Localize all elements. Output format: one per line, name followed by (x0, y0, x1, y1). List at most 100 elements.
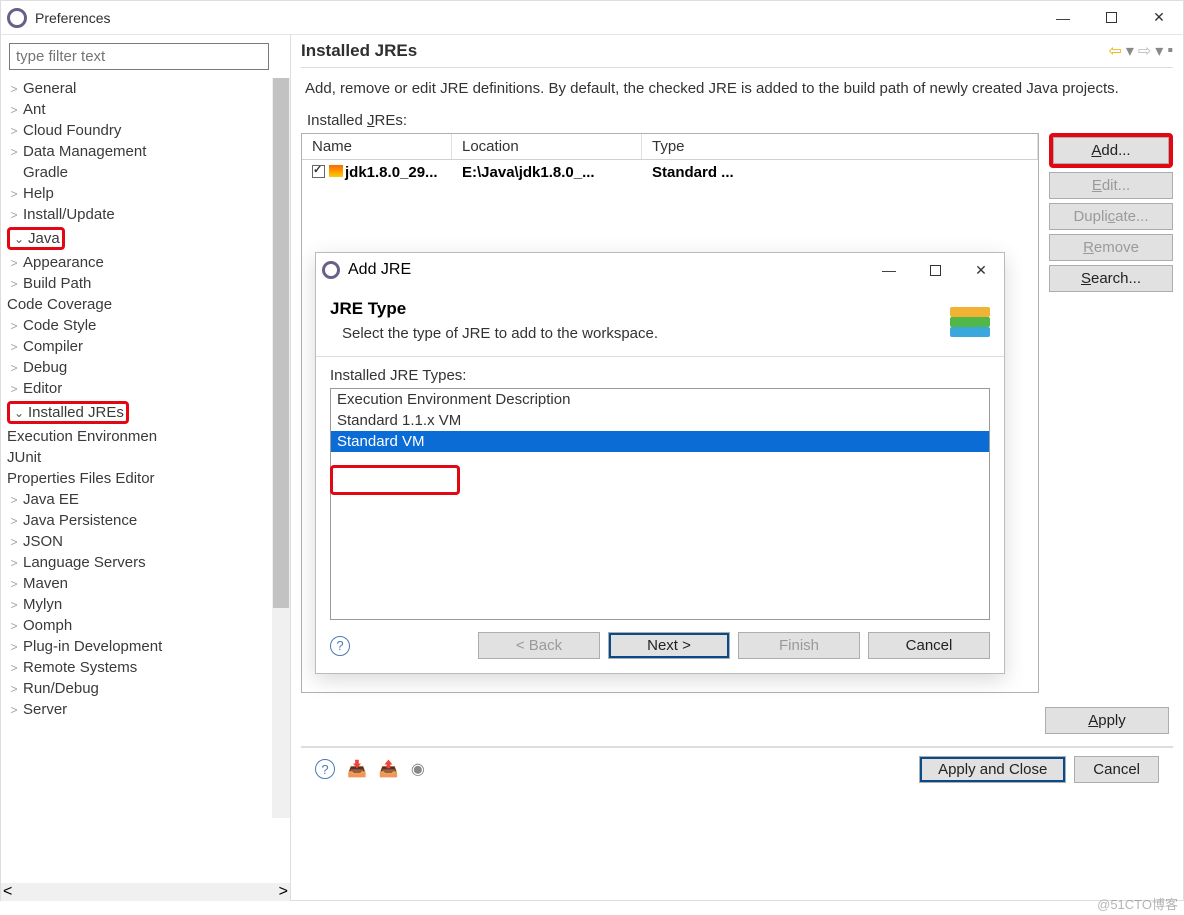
dialog-minimize-button[interactable]: — (866, 253, 912, 287)
tree-item-remote-systems[interactable]: >Remote Systems (7, 657, 290, 678)
import-icon[interactable]: 📥 (347, 759, 367, 779)
tree-item-gradle[interactable]: Gradle (7, 162, 290, 183)
close-button[interactable]: ✕ (1135, 1, 1183, 35)
tree-item-mylyn[interactable]: >Mylyn (7, 594, 290, 615)
col-location[interactable]: Location (452, 134, 642, 159)
tree-item-build-path[interactable]: >Build Path (7, 273, 290, 294)
col-name[interactable]: Name (302, 134, 452, 159)
tree-item-oomph[interactable]: >Oomph (7, 615, 290, 636)
help-icon[interactable]: ? (315, 759, 335, 779)
jre-type-list[interactable]: Execution Environment Description Standa… (330, 388, 990, 620)
list-item[interactable]: Standard 1.1.x VM (331, 410, 989, 431)
tree-item-json[interactable]: >JSON (7, 531, 290, 552)
duplicate-button: Duplicate... (1049, 203, 1173, 230)
tree-item-language-servers[interactable]: >Language Servers (7, 552, 290, 573)
bottom-bar: ? 📥 📤 ◉ Apply and Close Cancel (301, 747, 1173, 791)
nav-tree-pane: >General >Ant >Cloud Foundry >Data Manag… (1, 35, 291, 901)
table-label: Installed JREs: (307, 112, 1173, 129)
back-button: < Back (478, 632, 600, 659)
dialog-close-button[interactable]: ✕ (958, 253, 1004, 287)
scroll-right-icon[interactable]: > (279, 883, 288, 901)
tree-item-maven[interactable]: >Maven (7, 573, 290, 594)
cancel-button[interactable]: Cancel (1074, 756, 1159, 783)
titlebar[interactable]: Preferences — ✕ (1, 1, 1183, 35)
dialog-list-label: Installed JRE Types: (330, 367, 990, 384)
tree-item-install-update[interactable]: >Install/Update (7, 204, 290, 225)
tree-item-appearance[interactable]: >Appearance (7, 252, 290, 273)
tree-item-code-coverage[interactable]: Code Coverage (7, 294, 290, 315)
chevron-down-icon: ⌄ (12, 232, 26, 246)
pref-tree[interactable]: >General >Ant >Cloud Foundry >Data Manag… (1, 78, 290, 720)
side-buttons: Add... Edit... Duplicate... Remove Searc… (1049, 133, 1173, 693)
square-icon (1106, 12, 1117, 23)
search-button[interactable]: Search... (1049, 265, 1173, 292)
apply-and-close-button[interactable]: Apply and Close (919, 756, 1066, 783)
tree-item-compiler[interactable]: >Compiler (7, 336, 290, 357)
table-row[interactable]: jdk1.8.0_29... E:\Java\jdk1.8.0_... Stan… (302, 160, 1038, 185)
back-menu-icon[interactable]: ▾ (1126, 41, 1134, 61)
dialog-cancel-button[interactable]: Cancel (868, 632, 990, 659)
tree-item-execution-environments[interactable]: Execution Environmen (7, 426, 290, 447)
dialog-footer: ? < Back Next > Finish Cancel (316, 622, 1004, 673)
apply-button[interactable]: Apply (1045, 707, 1169, 734)
dialog-subtitle: Select the type of JRE to add to the wor… (342, 325, 942, 342)
filter-input[interactable] (9, 43, 269, 70)
highlight-add: Add... (1049, 133, 1173, 168)
tree-item-cloud-foundry[interactable]: >Cloud Foundry (7, 120, 290, 141)
tree-item-java-persistence[interactable]: >Java Persistence (7, 510, 290, 531)
tree-scrollbar-horizontal[interactable]: <> (1, 883, 290, 901)
dialog-maximize-button[interactable] (912, 253, 958, 287)
window-title: Preferences (35, 10, 110, 26)
watermark: @51CTO博客 (1097, 894, 1178, 913)
oomph-record-icon[interactable]: ◉ (411, 759, 425, 779)
chevron-down-icon: ⌄ (12, 406, 26, 420)
table-header: Name Location Type (302, 134, 1038, 160)
dialog-titlebar[interactable]: Add JRE — ✕ (316, 253, 1004, 287)
jre-icon (329, 165, 343, 177)
square-icon (930, 265, 941, 276)
forward-icon[interactable]: ⇨ (1138, 41, 1151, 61)
tree-item-java-ee[interactable]: >Java EE (7, 489, 290, 510)
tree-item-plugin-dev[interactable]: >Plug-in Development (7, 636, 290, 657)
books-icon (942, 297, 990, 337)
list-item-selected[interactable]: Standard VM (331, 431, 989, 452)
tree-item-run-debug[interactable]: >Run/Debug (7, 678, 290, 699)
highlight-installed-jres: ⌄Installed JREs (7, 401, 129, 424)
eclipse-icon (7, 8, 27, 28)
remove-button: Remove (1049, 234, 1173, 261)
tree-item-properties-files-editor[interactable]: Properties Files Editor (7, 468, 290, 489)
tree-item-server[interactable]: >Server (7, 699, 290, 720)
tree-item-data-management[interactable]: >Data Management (7, 141, 290, 162)
minimize-button[interactable]: — (1039, 1, 1087, 35)
tree-item-editor[interactable]: >Editor (7, 378, 290, 399)
forward-menu-icon[interactable]: ▾ (1155, 41, 1163, 61)
checkbox-icon[interactable] (312, 165, 325, 178)
tree-item-ant[interactable]: >Ant (7, 99, 290, 120)
tree-item-debug[interactable]: >Debug (7, 357, 290, 378)
dialog-title: Add JRE (348, 261, 411, 279)
add-button[interactable]: Add... (1053, 137, 1169, 164)
tree-item-installed-jres[interactable]: Installed JREs (28, 404, 124, 421)
dialog-help-icon[interactable]: ? (330, 636, 350, 656)
tree-scrollbar-vertical[interactable] (272, 78, 290, 818)
export-icon[interactable]: 📤 (379, 759, 399, 779)
finish-button: Finish (738, 632, 860, 659)
scroll-thumb[interactable] (273, 78, 289, 608)
back-icon[interactable]: ⇦ (1108, 41, 1121, 61)
tree-item-general[interactable]: >General (7, 78, 290, 99)
page-title: Installed JREs (301, 41, 417, 61)
add-jre-dialog: Add JRE — ✕ JRE Type Select the type of … (315, 252, 1005, 674)
tree-item-junit[interactable]: JUnit (7, 447, 290, 468)
page-menu-icon[interactable]: ▪ (1167, 42, 1173, 60)
next-button[interactable]: Next > (608, 632, 730, 659)
dialog-heading: JRE Type (330, 299, 942, 319)
tree-item-java[interactable]: Java (28, 230, 60, 247)
tree-item-help[interactable]: >Help (7, 183, 290, 204)
maximize-button[interactable] (1087, 1, 1135, 35)
list-item[interactable]: Execution Environment Description (331, 389, 989, 410)
eclipse-icon (322, 261, 340, 279)
col-type[interactable]: Type (642, 134, 1038, 159)
highlight-java: ⌄Java (7, 227, 65, 250)
scroll-left-icon[interactable]: < (3, 883, 12, 901)
tree-item-code-style[interactable]: >Code Style (7, 315, 290, 336)
